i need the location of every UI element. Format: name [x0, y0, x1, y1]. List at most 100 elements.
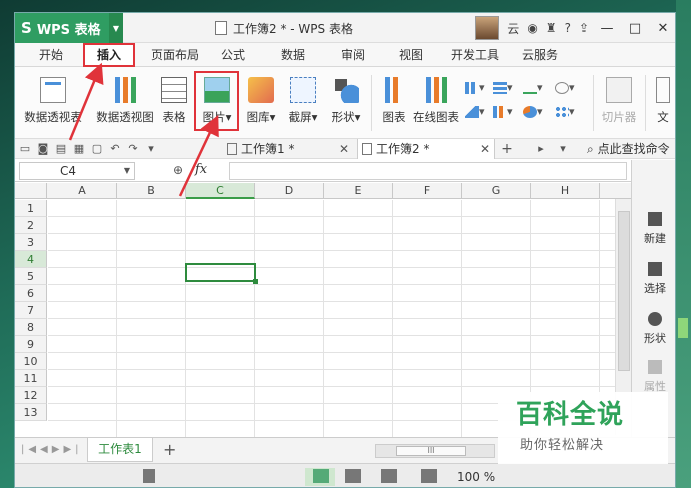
redo-icon[interactable]: ↷	[125, 141, 141, 157]
shape-button[interactable]: 形状▾	[326, 71, 366, 131]
tab-view[interactable]: 视图	[391, 43, 431, 67]
row-header-1[interactable]: 1	[15, 200, 47, 217]
tab-formula[interactable]: 公式	[215, 43, 251, 67]
chart-button[interactable]: 图表	[375, 71, 413, 131]
row-header-3[interactable]: 3	[15, 234, 47, 251]
menu-bar: 开始 插入 页面布局 公式 数据 审阅 视图 开发工具 云服务	[15, 43, 675, 67]
save-icon[interactable]: ◙	[35, 141, 51, 157]
screenshot-button[interactable]: 截屏▾	[283, 71, 323, 131]
print-icon[interactable]: ▦	[71, 141, 87, 157]
ribbon-separator	[645, 75, 646, 131]
bar-chart-button[interactable]: ▾	[493, 81, 519, 97]
app-menu-button[interactable]: S WPS 表格 ▼	[15, 13, 123, 43]
print-preview-icon[interactable]: ▢	[89, 141, 105, 157]
chevron-down-icon[interactable]: ▼	[124, 163, 130, 179]
calendar-icon[interactable]	[143, 469, 155, 483]
tab-home[interactable]: 开始	[31, 43, 71, 67]
open-icon[interactable]: ▭	[17, 141, 33, 157]
column-chart-button[interactable]: ▾	[465, 81, 491, 97]
ribbon-separator	[593, 75, 594, 131]
tab-cloud[interactable]: 云服务	[515, 43, 565, 67]
row-header-8[interactable]: 8	[15, 319, 47, 336]
close-button[interactable]: ✕	[649, 21, 675, 36]
online-chart-button[interactable]: 在线图表	[411, 71, 461, 131]
column-header-d[interactable]: D	[255, 183, 324, 199]
command-search[interactable]: ⌕ 点此查找命令	[587, 139, 670, 159]
row-header-2[interactable]: 2	[15, 217, 47, 234]
tab-insert[interactable]: 插入	[83, 43, 135, 67]
text-button[interactable]: 文	[651, 71, 675, 131]
minimize-button[interactable]: —	[593, 21, 621, 36]
row-header-9[interactable]: 9	[15, 336, 47, 353]
chevron-down-icon[interactable]: ▼	[109, 13, 123, 43]
more-icon[interactable]: ▾	[143, 141, 159, 157]
area-chart-button[interactable]: ▾	[465, 105, 491, 121]
doc-tab-workbook1[interactable]: 工作簿1 * ✕	[223, 139, 353, 159]
pane-shape-button[interactable]: 形状	[632, 306, 675, 350]
skin-icon[interactable]: ◉	[523, 21, 541, 35]
row-header-7[interactable]: 7	[15, 302, 47, 319]
shirt-icon[interactable]: ♜	[542, 21, 561, 35]
new-tab-button[interactable]: +	[499, 141, 515, 157]
close-icon[interactable]: ✕	[339, 139, 349, 159]
slicer-button[interactable]: 切片器	[599, 71, 639, 131]
column-header-e[interactable]: E	[324, 183, 393, 199]
selected-cell[interactable]	[185, 263, 258, 284]
tab-data[interactable]: 数据	[273, 43, 313, 67]
help-icon[interactable]: ?	[561, 21, 575, 35]
column-header-f[interactable]: F	[393, 183, 462, 199]
undo-icon[interactable]: ↶	[107, 141, 123, 157]
sheet-nav-arrows-icon[interactable]: |◀◀▶▶|	[21, 444, 83, 455]
pane-select-button[interactable]: 选择	[632, 256, 675, 300]
scroll-thumb[interactable]: III	[396, 446, 466, 456]
column-header-a[interactable]: A	[48, 183, 117, 199]
eye-protection-icon[interactable]	[421, 469, 437, 483]
export-pdf-icon[interactable]: ▤	[53, 141, 69, 157]
formula-input[interactable]	[229, 162, 627, 180]
zoom-level[interactable]: 100 %	[457, 464, 495, 487]
line-chart-button[interactable]: ▾	[523, 81, 549, 97]
reading-mode-icon[interactable]	[381, 469, 397, 483]
add-sheet-button[interactable]: +	[163, 440, 176, 459]
row-header-10[interactable]: 10	[15, 353, 47, 370]
row-header-6[interactable]: 6	[15, 285, 47, 302]
name-box[interactable]: C4 ▼	[19, 162, 135, 180]
row-header-4[interactable]: 4	[15, 251, 47, 268]
fx-icon[interactable]: fx	[195, 162, 207, 177]
row-header-11[interactable]: 11	[15, 370, 47, 387]
side-panel-tab-icon[interactable]	[678, 318, 688, 338]
gallery-button[interactable]: 图库▾	[241, 71, 281, 131]
maximize-button[interactable]: □	[621, 21, 649, 36]
pivot-chart-button[interactable]: 数据透视图	[91, 71, 159, 131]
tab-developer[interactable]: 开发工具	[445, 43, 505, 67]
stock-chart-button[interactable]: ▾	[493, 105, 519, 121]
page-break-view-icon[interactable]	[345, 469, 361, 483]
tab-page-layout[interactable]: 页面布局	[143, 43, 207, 67]
scatter-chart-button[interactable]: ▾	[555, 105, 581, 121]
doc-tab-workbook2[interactable]: 工作簿2 * ✕	[357, 139, 495, 159]
column-header-b[interactable]: B	[117, 183, 186, 199]
horizontal-scrollbar[interactable]: III	[375, 444, 495, 458]
column-header-c[interactable]: C	[186, 183, 255, 199]
column-header-h[interactable]: H	[531, 183, 600, 199]
tab-review[interactable]: 审阅	[333, 43, 373, 67]
tab-list-icon[interactable]: ▸	[533, 141, 549, 157]
close-icon[interactable]: ✕	[480, 139, 490, 159]
user-name[interactable]: 云	[503, 20, 523, 37]
row-header-5[interactable]: 5	[15, 268, 47, 285]
pane-new-button[interactable]: 新建	[632, 206, 675, 250]
upload-icon[interactable]: ⇪	[575, 21, 593, 35]
column-header-g[interactable]: G	[462, 183, 531, 199]
tab-menu-icon[interactable]: ▾	[555, 141, 571, 157]
radar-chart-button[interactable]: ▾	[555, 81, 581, 97]
pie-chart-button[interactable]: ▾	[523, 105, 549, 121]
avatar[interactable]	[475, 16, 500, 40]
zoom-icon[interactable]: ⊕	[173, 163, 183, 177]
sheet-tab-1[interactable]: 工作表1	[87, 438, 153, 462]
scroll-thumb[interactable]	[618, 211, 630, 371]
row-header-13[interactable]: 13	[15, 404, 47, 421]
table-button[interactable]: 表格	[157, 71, 191, 131]
row-header-12[interactable]: 12	[15, 387, 47, 404]
select-all-corner[interactable]	[15, 183, 47, 199]
pivot-table-button[interactable]: 数据透视表	[19, 71, 87, 131]
